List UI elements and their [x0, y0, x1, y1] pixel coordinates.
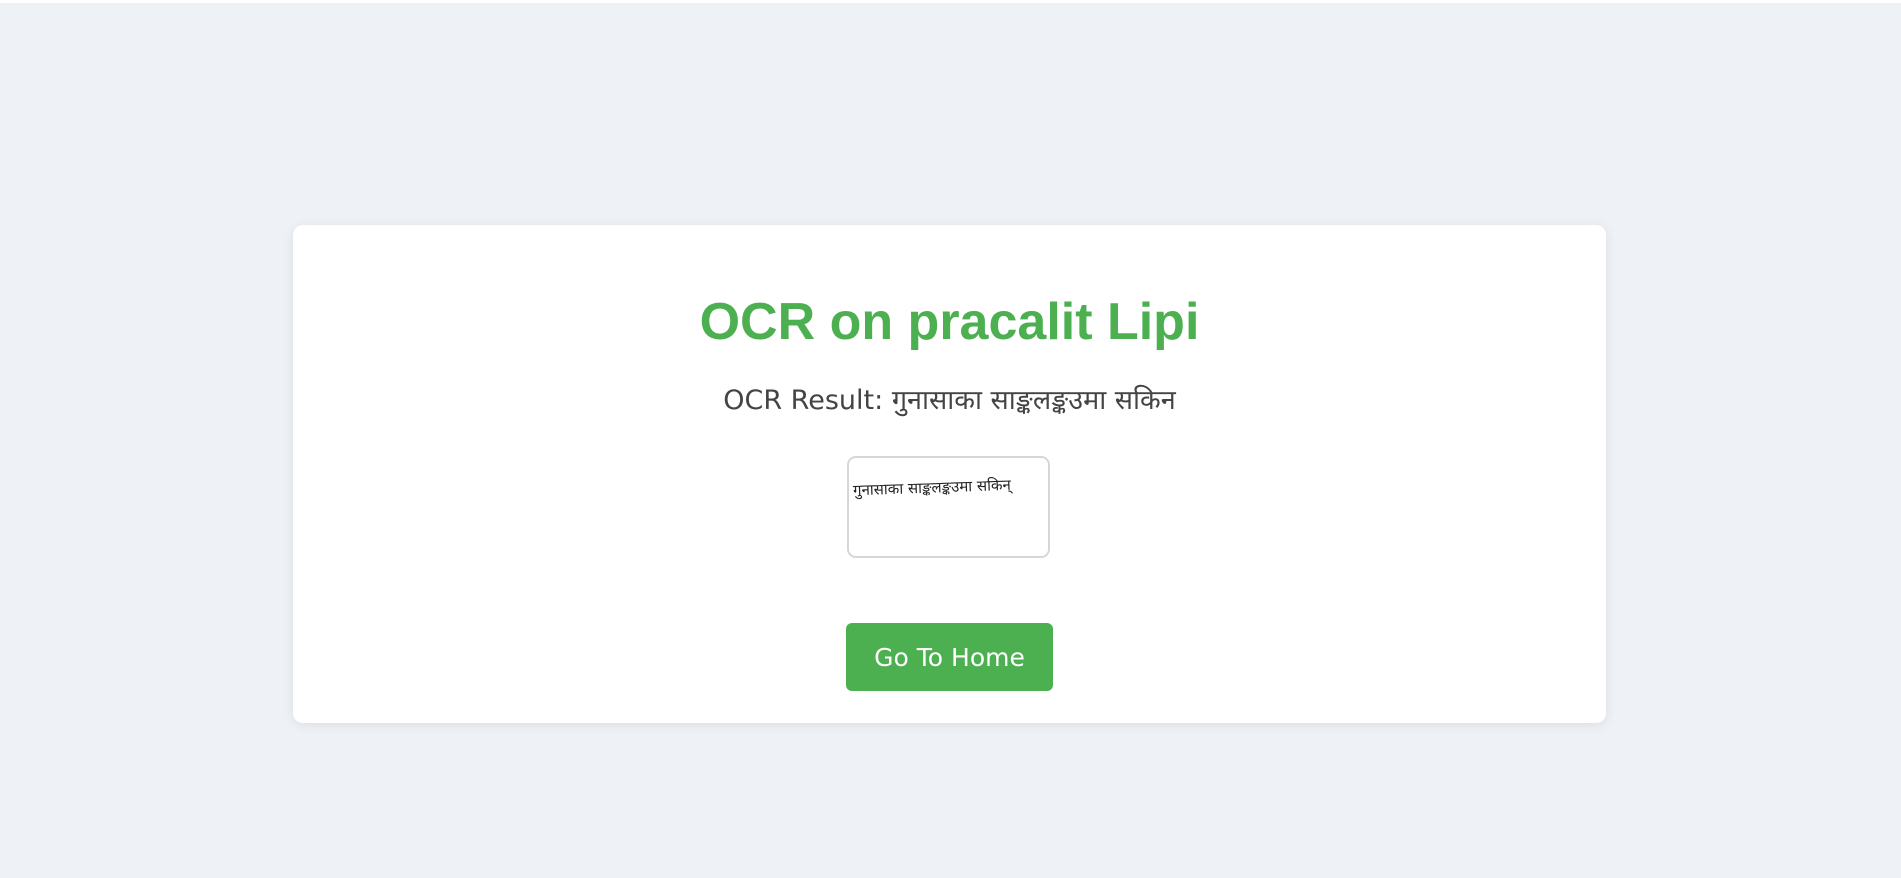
top-strip — [0, 0, 1901, 3]
page-title: OCR on pracalit Lipi — [699, 293, 1200, 351]
uploaded-image-preview: गुनासाका साङ्कलङ्कउमा सकिन् — [847, 456, 1050, 558]
ocr-result-text: गुनासाका साङ्कलङ्कउमा सकिन — [891, 385, 1176, 416]
result-card: OCR on pracalit Lipi OCR Result: गुनासाक… — [293, 225, 1606, 723]
ocr-result-label: OCR Result: — [723, 385, 884, 416]
go-to-home-button[interactable]: Go To Home — [846, 623, 1053, 691]
handwritten-text-image: गुनासाका साङ्कलङ्कउमा सकिन् — [849, 458, 1048, 556]
ocr-result: OCR Result: गुनासाका साङ्कलङ्कउमा सकिन — [293, 383, 1606, 418]
